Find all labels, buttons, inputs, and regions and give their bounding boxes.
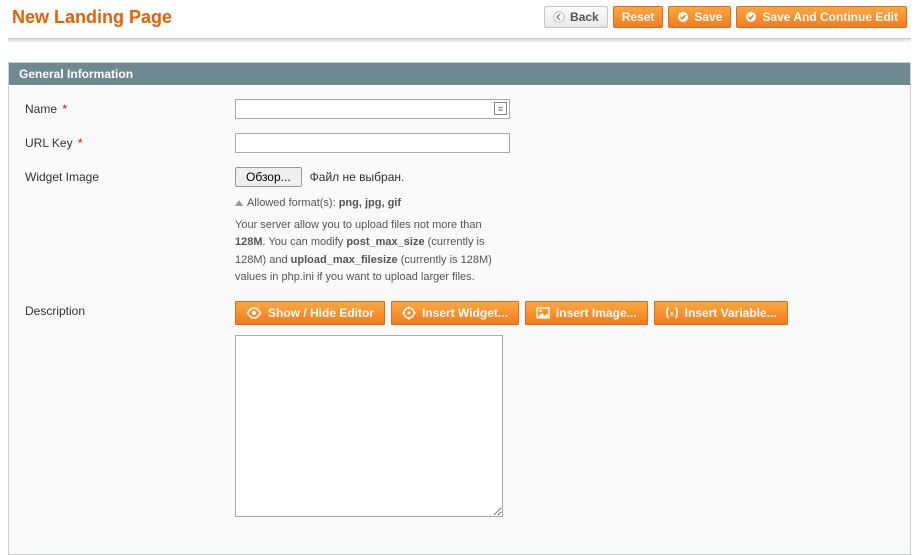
required-marker: * (59, 102, 67, 116)
label-description: Description (25, 301, 235, 318)
field-description: Show / Hide Editor Insert Widget... Inse… (235, 301, 894, 520)
reset-label: Reset (622, 10, 655, 24)
insert-image-button[interactable]: Insert Image... (525, 301, 648, 325)
toggle-editor-button[interactable]: Show / Hide Editor (235, 301, 385, 325)
editor-toolbar: Show / Hide Editor Insert Widget... Inse… (235, 301, 894, 325)
save-continue-button[interactable]: Save And Continue Edit (736, 6, 907, 28)
required-marker: * (75, 136, 83, 150)
page-title: New Landing Page (12, 7, 172, 28)
save-button[interactable]: Save (668, 6, 731, 28)
back-label: Back (570, 10, 599, 24)
save-label: Save (694, 10, 722, 24)
eye-icon (246, 307, 262, 319)
row-urlkey: URL Key * (25, 133, 894, 153)
page-header: New Landing Page Back Reset Save Save An… (0, 0, 919, 38)
insert-widget-button[interactable]: Insert Widget... (391, 301, 519, 325)
variable-icon: x (665, 306, 679, 320)
label-urlkey: URL Key * (25, 133, 235, 150)
panel-body: Name * ≡ URL Key * Widget Image Обзор... (9, 85, 910, 554)
file-hint: Allowed format(s): png, jpg, gif Your se… (235, 195, 515, 287)
field-urlkey (235, 133, 894, 153)
row-description: Description Show / Hide Editor Insert Wi… (25, 301, 894, 520)
check-icon (745, 11, 757, 23)
label-widget-image: Widget Image (25, 167, 235, 184)
file-status-text: Файл не выбран. (310, 170, 405, 184)
field-name: ≡ (235, 99, 894, 119)
back-arrow-icon (553, 11, 565, 23)
hint-t2: . You can modify (263, 236, 347, 248)
hint-prefix: Allowed format(s): (247, 197, 339, 209)
hint-b1: 128M (235, 236, 263, 248)
insert-variable-button[interactable]: x Insert Variable... (654, 301, 788, 325)
hint-b3: upload_max_filesize (291, 254, 398, 266)
toggle-editor-label: Show / Hide Editor (268, 306, 374, 320)
insert-variable-label: Insert Variable... (685, 306, 777, 320)
insert-widget-label: Insert Widget... (422, 306, 508, 320)
file-browse-button[interactable]: Обзор... (235, 167, 302, 187)
panel-title: General Information (9, 63, 910, 85)
label-name-text: Name (25, 102, 57, 116)
gear-icon (402, 306, 416, 320)
toolbar: Back Reset Save Save And Continue Edit (544, 6, 907, 28)
autofill-icon: ≡ (494, 102, 507, 115)
hint-formats: png, jpg, gif (339, 197, 401, 209)
row-name: Name * ≡ (25, 99, 894, 119)
urlkey-input[interactable] (235, 133, 510, 153)
check-icon (677, 11, 689, 23)
hint-t1: Your server allow you to upload files no… (235, 219, 482, 231)
back-button[interactable]: Back (544, 6, 608, 28)
general-panel: General Information Name * ≡ URL Key * W… (8, 62, 911, 555)
row-widget-image: Widget Image Обзор... Файл не выбран. Al… (25, 167, 894, 287)
save-continue-label: Save And Continue Edit (762, 10, 898, 24)
label-name: Name * (25, 99, 235, 116)
name-input[interactable] (235, 99, 510, 119)
hint-b2: post_max_size (346, 236, 424, 248)
label-urlkey-text: URL Key (25, 136, 73, 150)
insert-image-label: Insert Image... (556, 306, 637, 320)
field-widget-image: Обзор... Файл не выбран. Allowed format(… (235, 167, 894, 287)
image-icon (536, 307, 550, 319)
description-textarea[interactable] (235, 335, 503, 517)
svg-text:x: x (670, 311, 674, 318)
reset-button[interactable]: Reset (613, 6, 664, 28)
hint-triangle-icon (235, 200, 243, 206)
header-divider (8, 38, 911, 42)
